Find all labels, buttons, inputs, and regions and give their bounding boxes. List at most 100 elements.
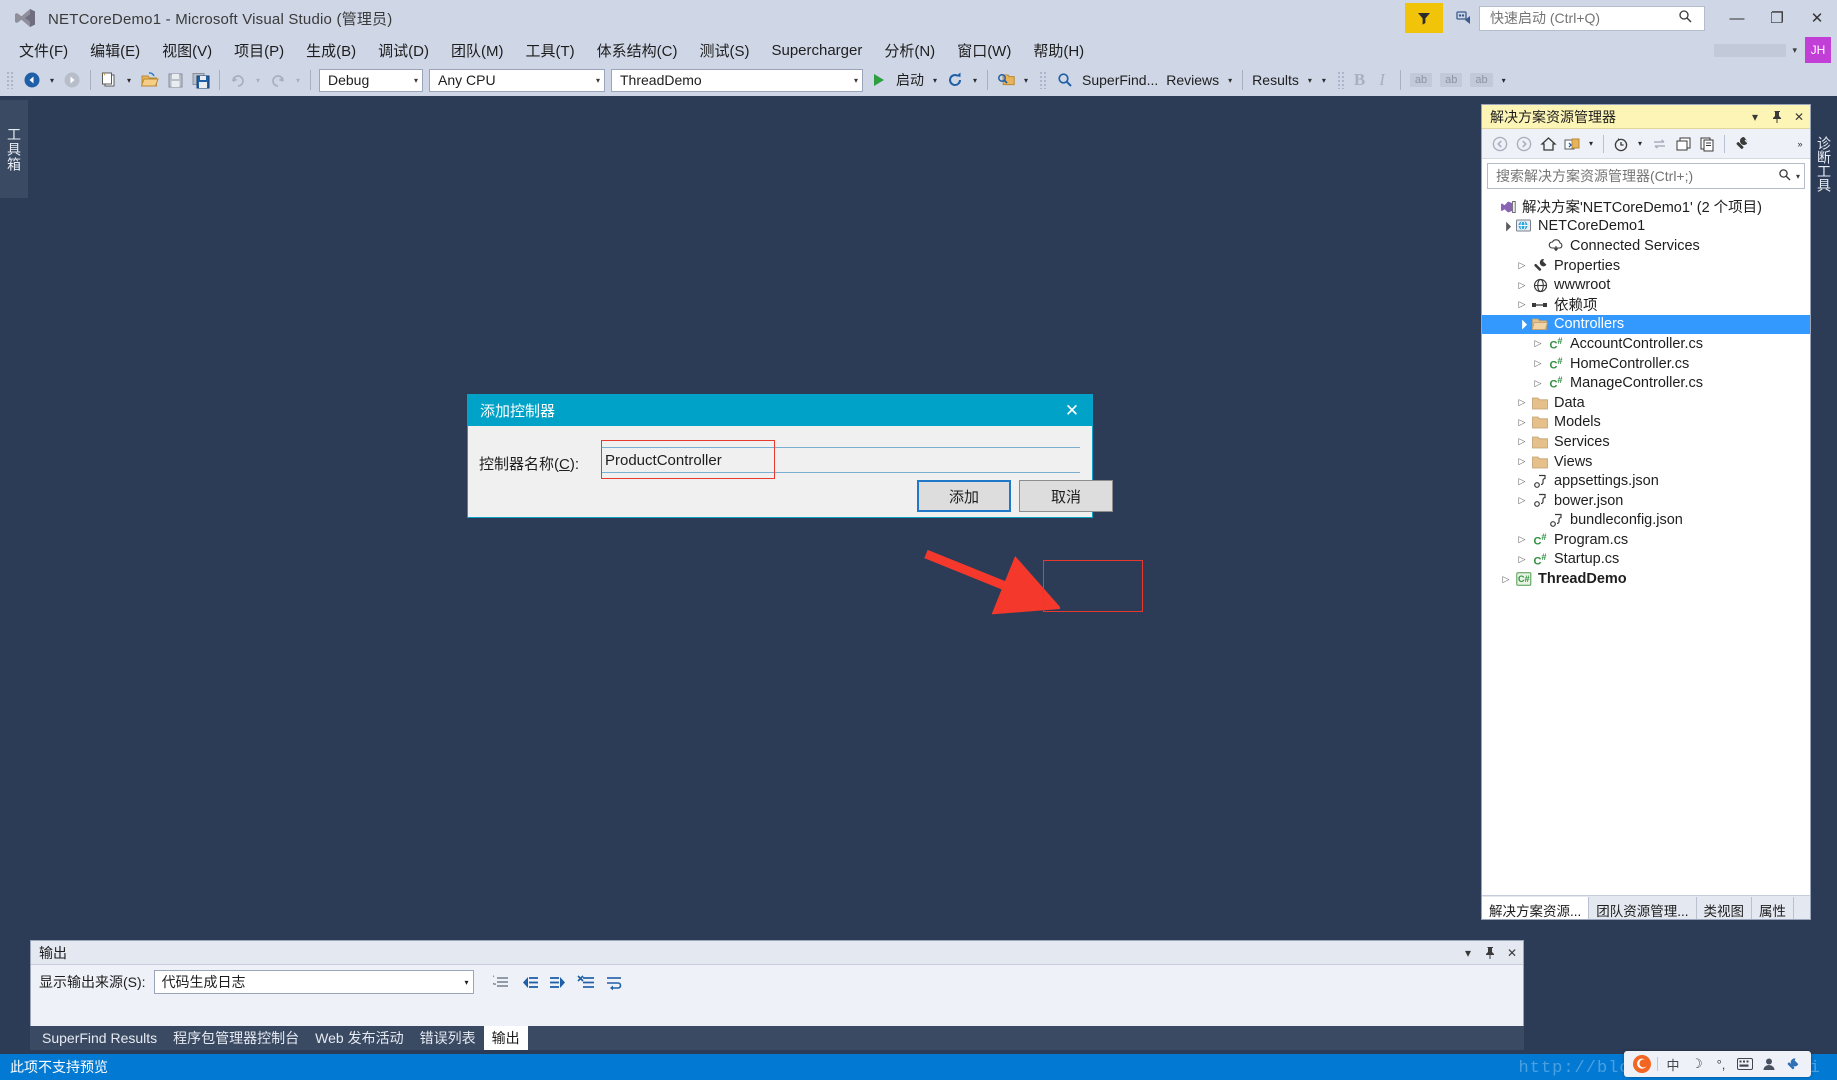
go-to-next-icon[interactable] bbox=[544, 969, 572, 995]
properties-icon[interactable] bbox=[1730, 132, 1754, 156]
forward-icon[interactable] bbox=[1512, 132, 1536, 156]
startup-project-combo[interactable]: ThreadDemo ▾ bbox=[611, 68, 863, 92]
ab-chip-3[interactable]: ab bbox=[1470, 73, 1493, 87]
ime-punctuation-icon[interactable]: °, bbox=[1709, 1053, 1733, 1075]
tree-item[interactable]: ▷ Properties bbox=[1482, 256, 1810, 276]
expander-closed-icon[interactable]: ▷ bbox=[1514, 495, 1530, 506]
ime-mode-chinese-button[interactable]: 中 bbox=[1661, 1053, 1685, 1075]
tab-properties[interactable]: 属性 bbox=[1752, 897, 1795, 919]
expander-closed-icon[interactable]: ▷ bbox=[1514, 436, 1530, 447]
tree-item[interactable]: ◢ Controllers bbox=[1482, 314, 1810, 335]
dialog-close-button[interactable]: ✕ bbox=[1052, 395, 1092, 426]
funnel-icon[interactable] bbox=[1405, 3, 1443, 33]
tree-item[interactable]: Connected Services bbox=[1482, 236, 1810, 256]
tab-output[interactable]: 输出 bbox=[483, 1026, 528, 1050]
solution-explorer-tree[interactable]: 解决方案'NETCoreDemo1' (2 个项目) ◢ NETCoreDemo1 C… bbox=[1482, 193, 1810, 895]
find-in-files-icon[interactable] bbox=[993, 67, 1019, 93]
toolbox-tab[interactable]: 工具箱 bbox=[0, 100, 28, 198]
expander-closed-icon[interactable]: ▷ bbox=[1514, 260, 1530, 271]
clear-all-icon[interactable] bbox=[572, 969, 600, 995]
search-options-chevron-icon[interactable]: ▾ bbox=[1796, 172, 1800, 181]
results-button[interactable]: Results bbox=[1248, 72, 1303, 88]
output-source-combo[interactable]: 代码生成日志 ▾ bbox=[153, 970, 474, 994]
tree-item[interactable]: ▷ C# AccountController.cs bbox=[1482, 334, 1810, 354]
expander-closed-icon[interactable]: ▷ bbox=[1498, 574, 1514, 585]
tab-web-publish-activity[interactable]: Web 发布活动 bbox=[307, 1026, 411, 1050]
redo-icon[interactable] bbox=[265, 67, 291, 93]
ime-toolbar[interactable]: 中 ☽ °, bbox=[1624, 1051, 1811, 1077]
expander-closed-icon[interactable]: ▷ bbox=[1514, 417, 1530, 428]
menu-item-view[interactable]: 视图(V) bbox=[151, 37, 223, 64]
toggle-word-wrap-icon[interactable] bbox=[600, 969, 628, 995]
menu-item-build[interactable]: 生成(B) bbox=[295, 37, 367, 64]
expander-open-icon[interactable]: ◢ bbox=[1496, 217, 1515, 236]
italic-button[interactable]: I bbox=[1369, 70, 1395, 90]
toolbar-overflow-icon[interactable]: » bbox=[1790, 132, 1810, 156]
tree-item[interactable]: ▷ C# ThreadDemo bbox=[1482, 569, 1810, 589]
tab-team-explorer[interactable]: 团队资源管理... bbox=[1589, 897, 1697, 919]
tree-item[interactable]: ▷ bower.json bbox=[1482, 491, 1810, 511]
cancel-button[interactable]: 取消 bbox=[1019, 480, 1113, 512]
tree-item[interactable]: ▷ Services bbox=[1482, 432, 1810, 452]
tree-item[interactable]: ▷ wwwroot bbox=[1482, 275, 1810, 295]
save-icon[interactable] bbox=[162, 67, 188, 93]
sogou-ime-icon[interactable] bbox=[1630, 1053, 1654, 1075]
solution-explorer-search[interactable]: ▾ bbox=[1487, 163, 1805, 189]
ab-chip-1[interactable]: ab bbox=[1409, 73, 1433, 87]
search-input[interactable] bbox=[1494, 167, 1778, 185]
menu-item-test[interactable]: 测试(S) bbox=[688, 37, 760, 64]
expander-closed-icon[interactable]: ▷ bbox=[1514, 534, 1530, 545]
refresh-dropdown[interactable]: ▾ bbox=[968, 76, 982, 85]
tab-superfind-results[interactable]: SuperFind Results bbox=[34, 1028, 165, 1048]
tree-item[interactable]: ▷ Models bbox=[1482, 413, 1810, 433]
tab-class-view[interactable]: 类视图 bbox=[1697, 897, 1753, 919]
toolbar-grip[interactable] bbox=[1336, 71, 1346, 89]
navigate-back-icon[interactable] bbox=[19, 67, 45, 93]
tree-item[interactable]: ▷ 依赖项 bbox=[1482, 295, 1810, 315]
chevron-down-icon[interactable]: ▾ bbox=[1633, 132, 1647, 156]
tree-item[interactable]: 解决方案'NETCoreDemo1' (2 个项目) bbox=[1482, 197, 1810, 217]
reviews-dropdown[interactable]: ▾ bbox=[1223, 76, 1237, 85]
new-item-dropdown[interactable]: ▾ bbox=[122, 76, 136, 85]
expander-open-icon[interactable]: ◢ bbox=[1512, 315, 1531, 334]
chevron-down-icon[interactable]: ▾ bbox=[1457, 942, 1479, 964]
collapse-all-icon[interactable] bbox=[1671, 132, 1695, 156]
go-to-previous-icon[interactable] bbox=[516, 969, 544, 995]
menu-item-architecture[interactable]: 体系结构(C) bbox=[586, 37, 689, 64]
tree-item[interactable]: ▷ Views bbox=[1482, 452, 1810, 472]
start-debug-dropdown[interactable]: ▾ bbox=[928, 76, 942, 85]
minimize-button[interactable]: — bbox=[1717, 0, 1757, 36]
expander-closed-icon[interactable]: ▷ bbox=[1514, 299, 1530, 310]
pin-icon[interactable] bbox=[1479, 942, 1501, 964]
menu-item-analyze[interactable]: 分析(N) bbox=[873, 37, 946, 64]
quick-launch-box[interactable] bbox=[1479, 5, 1705, 31]
menu-item-project[interactable]: 项目(P) bbox=[223, 37, 295, 64]
redo-dropdown[interactable]: ▾ bbox=[291, 76, 305, 85]
expander-closed-icon[interactable]: ▷ bbox=[1514, 456, 1530, 467]
undo-dropdown[interactable]: ▾ bbox=[251, 76, 265, 85]
toolbar-overflow-icon[interactable]: ▾ bbox=[1317, 76, 1331, 85]
reviews-button[interactable]: Reviews bbox=[1162, 72, 1223, 88]
back-icon[interactable] bbox=[1488, 132, 1512, 156]
expander-closed-icon[interactable]: ▷ bbox=[1530, 378, 1546, 389]
ime-soft-keyboard-icon[interactable] bbox=[1733, 1053, 1757, 1075]
ab-chip-2[interactable]: ab bbox=[1440, 73, 1463, 87]
expander-closed-icon[interactable]: ▷ bbox=[1530, 338, 1546, 349]
maximize-button[interactable]: ❐ bbox=[1757, 0, 1797, 36]
chevron-down-icon[interactable]: ▾ bbox=[1792, 45, 1797, 56]
diagnostic-tools-tab[interactable]: 诊断工具 bbox=[1811, 100, 1837, 228]
menu-item-window[interactable]: 窗口(W) bbox=[946, 37, 1022, 64]
pending-changes-icon[interactable] bbox=[1609, 132, 1633, 156]
solution-platform-combo[interactable]: Any CPU ▾ bbox=[429, 68, 605, 92]
home-icon[interactable] bbox=[1536, 132, 1560, 156]
tree-item[interactable]: ▷ C# HomeController.cs bbox=[1482, 354, 1810, 374]
clear-pane-icon[interactable] bbox=[488, 969, 516, 995]
show-all-files-icon[interactable] bbox=[1560, 132, 1584, 156]
start-debug-label[interactable]: 启动 bbox=[892, 70, 928, 90]
magnifier-icon[interactable] bbox=[1052, 67, 1078, 93]
close-icon[interactable]: ✕ bbox=[1788, 106, 1810, 128]
menu-item-edit[interactable]: 编辑(E) bbox=[79, 37, 151, 64]
sync-icon[interactable] bbox=[1647, 132, 1671, 156]
toolbar-overflow-icon[interactable]: ▾ bbox=[1497, 76, 1511, 85]
toolbar-grip[interactable] bbox=[6, 71, 15, 89]
